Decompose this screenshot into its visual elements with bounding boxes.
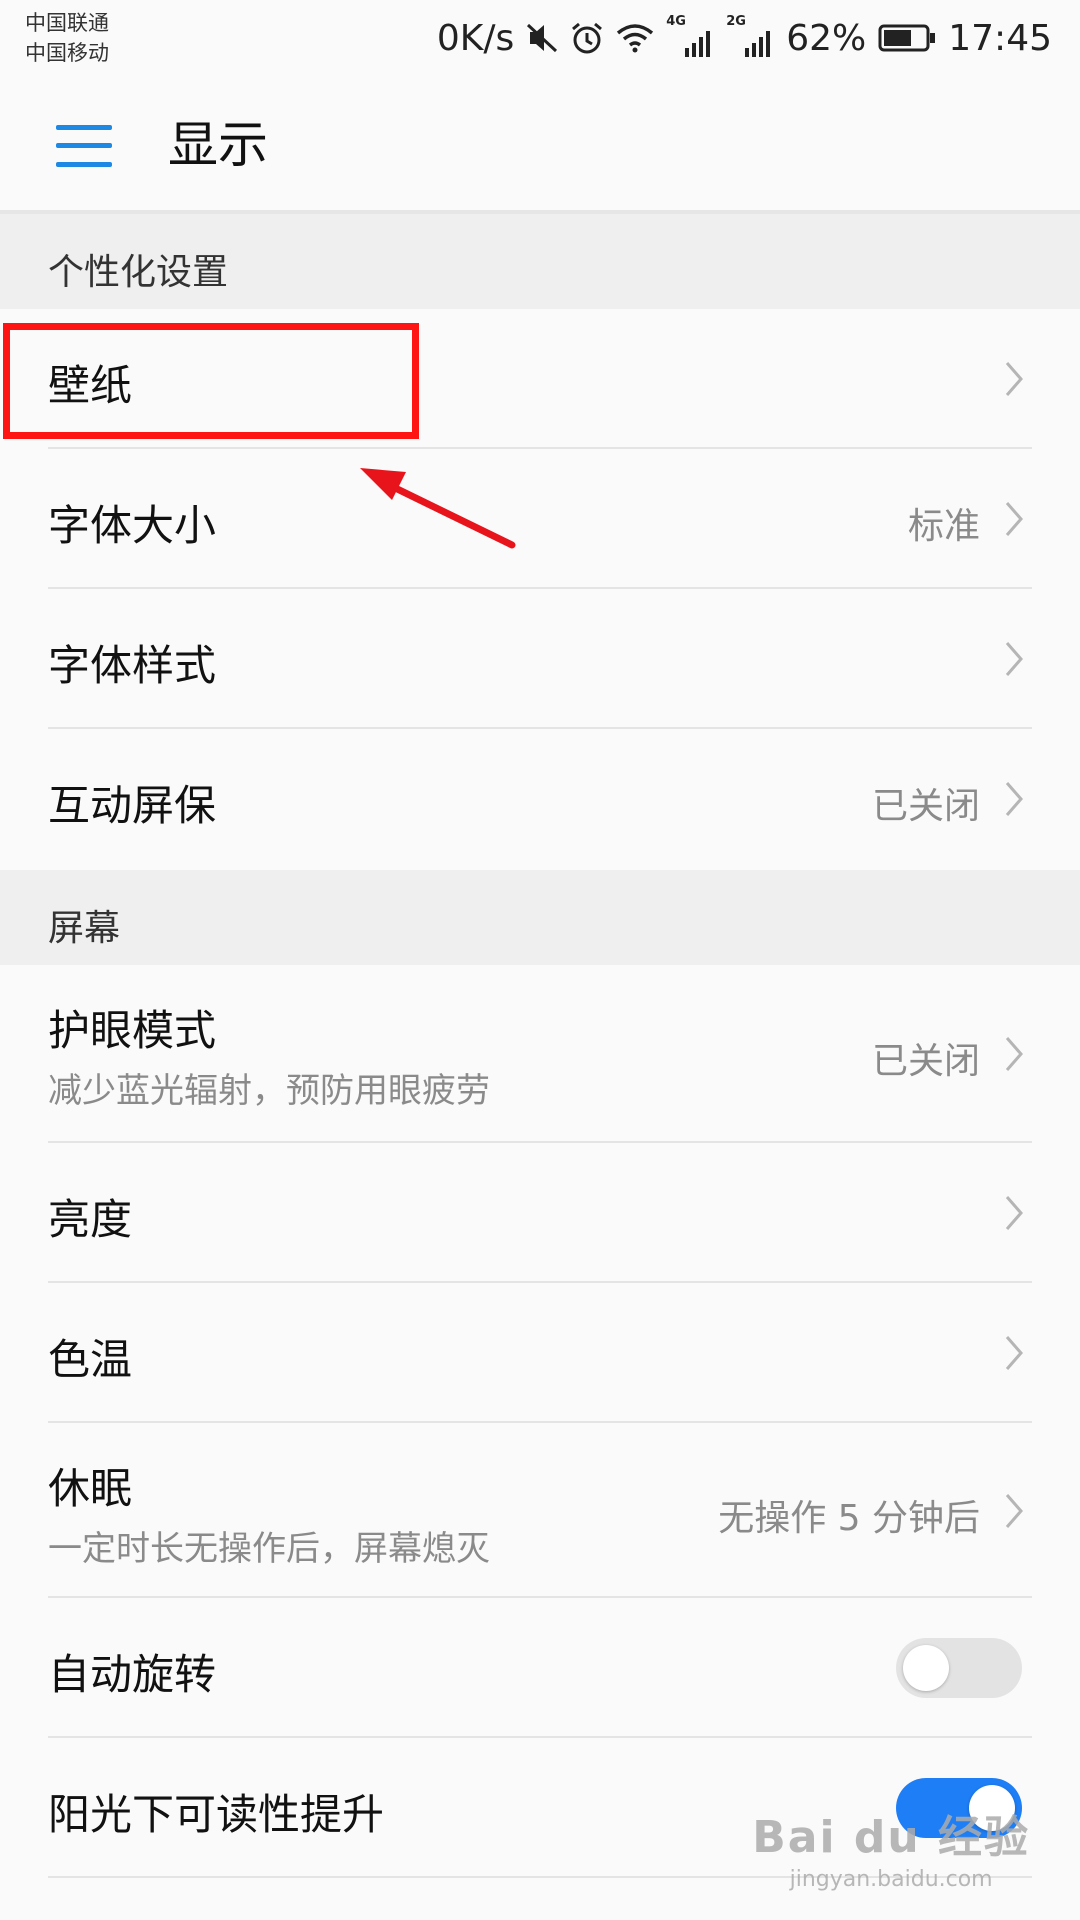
item-subtitle: 一定时长无操作后，屏幕熄灭 — [48, 1529, 490, 1569]
item-title: 休眠 — [48, 1464, 133, 1513]
item-value: 已关闭 — [871, 1041, 980, 1082]
settings-item-auto-rotate: 自动旋转 — [0, 1598, 1080, 1738]
chevron-right-icon — [1005, 782, 1023, 816]
chevron-right-icon — [1005, 1336, 1023, 1370]
chevron-right-icon — [1005, 1494, 1023, 1528]
chevron-right-icon — [1005, 642, 1023, 676]
settings-item-eye-comfort[interactable]: 护眼模式 减少蓝光辐射，预防用眼疲劳 已关闭 — [0, 965, 1080, 1143]
watermark-logo: Bai du 经验 — [752, 1812, 1030, 1863]
settings-item-font-style[interactable]: 字体样式 — [0, 589, 1080, 729]
item-title: 色温 — [48, 1335, 133, 1384]
item-title: 自动旋转 — [48, 1650, 217, 1699]
toggle-knob — [903, 1645, 949, 1691]
annotation-arrow-icon — [360, 468, 516, 549]
watermark: Bai du 经验 jingyan.baidu.com — [752, 1801, 1030, 1892]
settings-item-sleep[interactable]: 休眠 一定时长无操作后，屏幕熄灭 无操作 5 分钟后 — [0, 1423, 1080, 1598]
settings-item-color-temperature[interactable]: 色温 — [0, 1283, 1080, 1423]
item-value: 已关闭 — [871, 786, 980, 827]
item-value: 无操作 5 分钟后 — [718, 1498, 980, 1539]
auto-rotate-toggle[interactable] — [896, 1638, 1022, 1698]
chevron-right-icon — [1005, 1037, 1023, 1071]
item-title: 字体样式 — [48, 641, 217, 690]
section-header-screen: 屏幕 — [0, 870, 1080, 965]
settings-item-interactive-screensaver[interactable]: 互动屏保 已关闭 — [0, 729, 1080, 870]
item-title: 互动屏保 — [48, 781, 217, 830]
item-title: 亮度 — [48, 1195, 133, 1244]
item-subtitle: 减少蓝光辐射，预防用眼疲劳 — [48, 1071, 490, 1111]
item-title: 阳光下可读性提升 — [48, 1790, 385, 1839]
watermark-url: jingyan.baidu.com — [789, 1867, 993, 1892]
chevron-right-icon — [1005, 1196, 1023, 1230]
settings-screen: 中国联通 中国移动 0K/s 4G 2G 62% 17:45 显示 个性化设置 … — [0, 0, 1080, 1920]
settings-item-brightness[interactable]: 亮度 — [0, 1143, 1080, 1283]
section-label: 屏幕 — [48, 908, 121, 949]
item-title: 护眼模式 — [48, 1006, 217, 1055]
